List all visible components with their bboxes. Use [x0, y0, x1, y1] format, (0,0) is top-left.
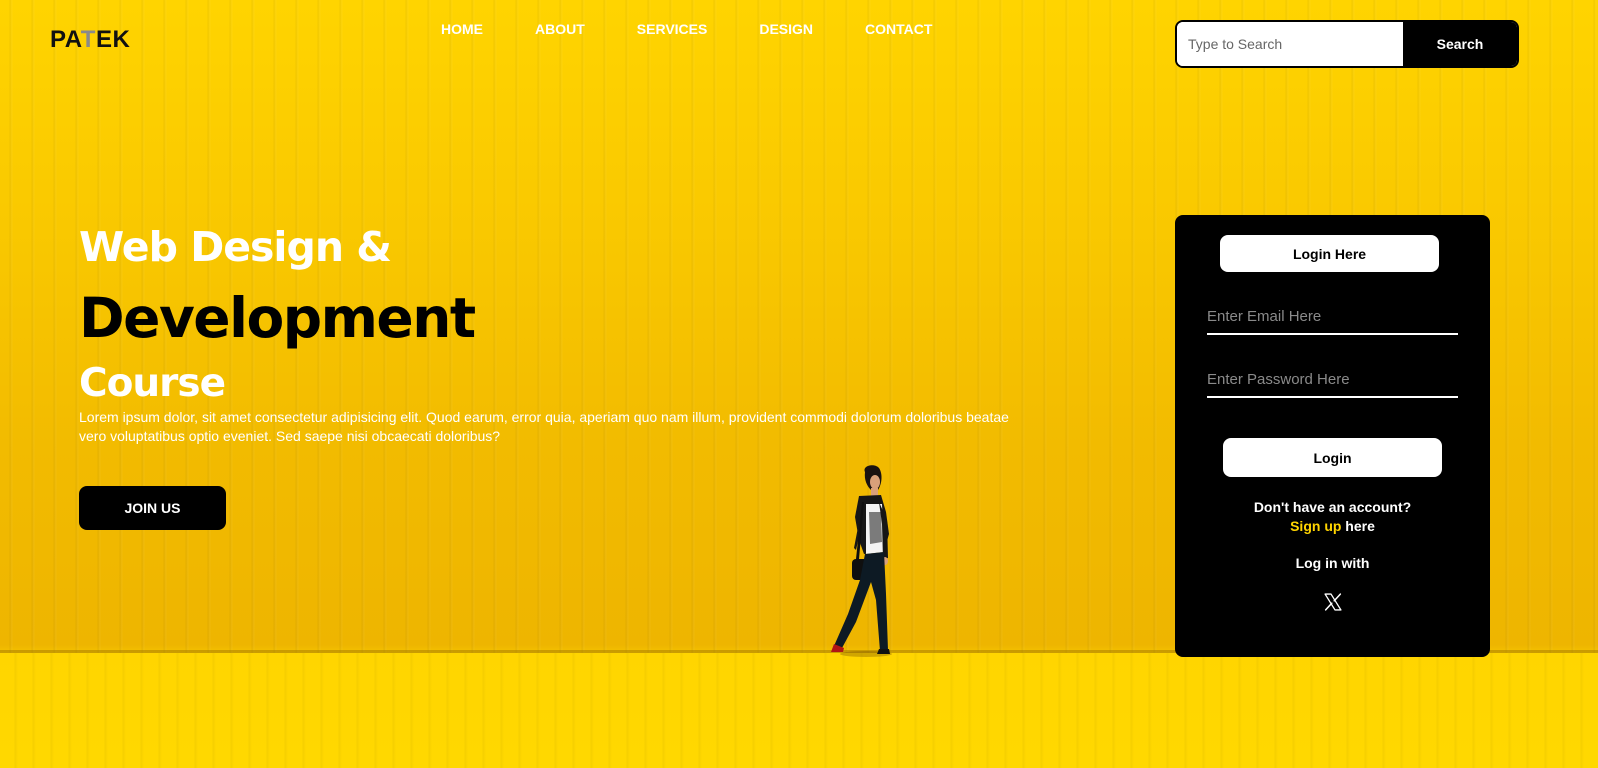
hero-heading-line-1: Web Design &	[79, 223, 392, 271]
logo-part-3: EK	[95, 26, 131, 53]
hero-section: Web Design & Development Course Lorem ip…	[79, 220, 1019, 446]
nav-home[interactable]: HOME	[441, 21, 483, 37]
nav-design[interactable]: DESIGN	[759, 21, 813, 37]
login-panel: Login Here Login Don't have an account? …	[1175, 215, 1490, 657]
main-nav: HOME ABOUT SERVICES DESIGN CONTACT	[441, 21, 984, 37]
signup-link[interactable]: Sign up	[1290, 518, 1341, 534]
hero-description: Lorem ipsum dolor, sit amet consectetur …	[79, 409, 1009, 444]
search-input[interactable]	[1177, 22, 1403, 66]
walking-woman-image	[831, 465, 892, 657]
search-bar: Search	[1175, 20, 1519, 68]
floor	[0, 653, 1598, 768]
password-field[interactable]	[1207, 362, 1458, 398]
nav-about[interactable]: ABOUT	[535, 21, 585, 37]
hero-heading-line-3: Course	[79, 361, 226, 406]
email-field[interactable]	[1207, 299, 1458, 335]
login-submit-button[interactable]: Login	[1223, 438, 1442, 477]
logo-accent-letter: T	[80, 26, 96, 53]
nav-services[interactable]: SERVICES	[637, 21, 708, 37]
hero-heading-line-2: Development	[79, 286, 476, 350]
site-logo[interactable]: PATEK	[50, 26, 130, 54]
x-icon[interactable]	[1323, 592, 1343, 612]
logo-part-1: PA	[50, 26, 81, 53]
search-button[interactable]: Search	[1403, 22, 1517, 66]
signup-suffix-text: here	[1341, 518, 1375, 534]
login-with-label: Log in with	[1295, 555, 1370, 571]
nav-contact[interactable]: CONTACT	[865, 21, 932, 37]
join-us-button[interactable]: JOIN US	[79, 486, 226, 530]
no-account-text: Don't have an account?	[1253, 499, 1412, 515]
login-here-button[interactable]: Login Here	[1220, 235, 1439, 272]
signup-prompt: Don't have an account? Sign up here	[1175, 498, 1490, 536]
